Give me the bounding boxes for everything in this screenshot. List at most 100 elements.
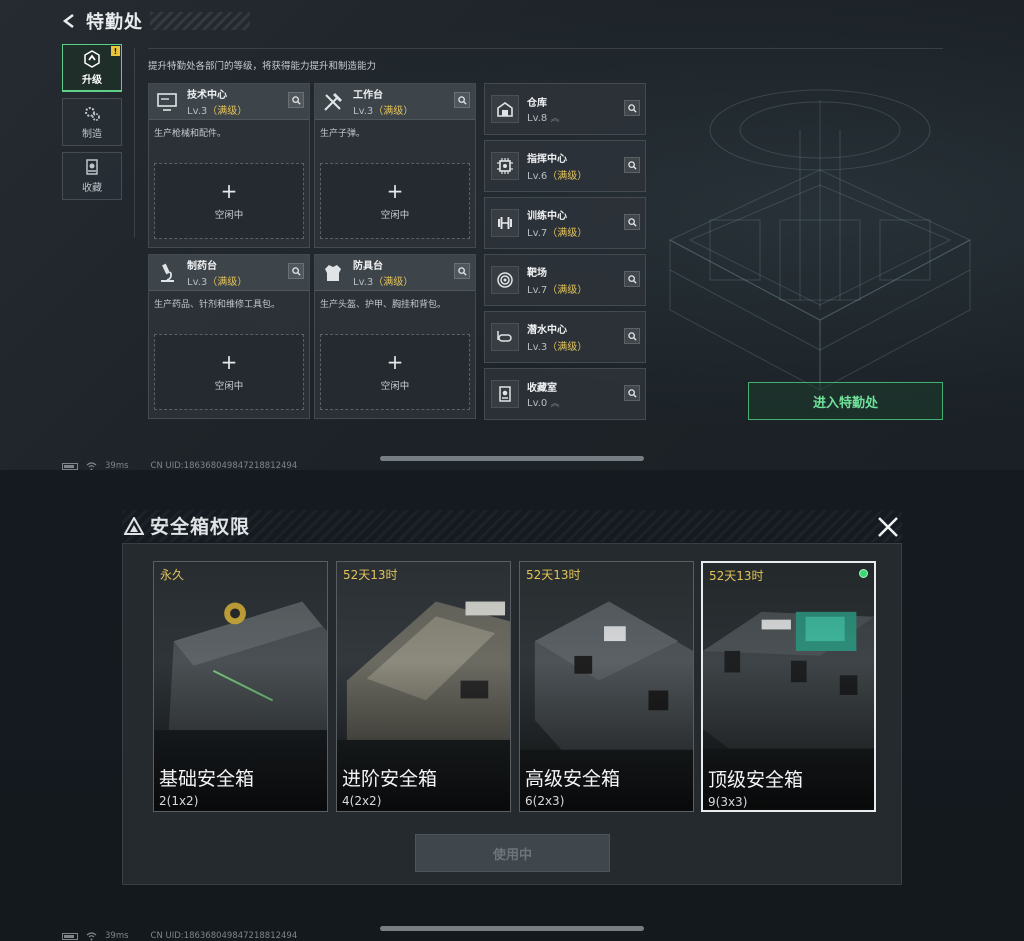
details-button[interactable] — [624, 214, 640, 230]
level-value: Lv.3 — [527, 342, 548, 353]
details-button[interactable] — [454, 263, 470, 279]
details-button[interactable] — [624, 328, 640, 344]
room-command-center[interactable]: 指挥中心 Lv.6（满级） — [484, 140, 646, 192]
production-slot[interactable]: + 空闲中 — [154, 334, 304, 410]
microscope-icon — [161, 263, 174, 282]
box-name: 基础安全箱 — [159, 768, 255, 790]
box-duration: 52天13时 — [526, 568, 581, 582]
tab-label: 升级 — [82, 75, 102, 86]
search-icon — [627, 274, 637, 284]
facility-level: Lv.3（满级） — [187, 273, 247, 288]
room-level: Lv.6（满级） — [527, 167, 587, 182]
facility-card-pharmacy[interactable]: 制药台 Lv.3（满级） 生产药品、针剂和维修工具包。 + 空闲中 — [148, 254, 310, 419]
facility-description: 生产头盔、护甲、胸挂和背包。 — [320, 300, 447, 310]
safe-box-card-advanced[interactable]: 52天13时 进阶安全箱 4(2x2) — [336, 561, 511, 812]
header-decoration — [150, 12, 250, 30]
facility-card-tech-center[interactable]: 技术中心 Lv.3（满级） 生产枪械和配件。 + 空闲中 — [148, 83, 310, 248]
room-collection-room[interactable]: 收藏室 Lv.0 ︽ — [484, 368, 646, 420]
home-indicator — [380, 456, 644, 461]
wifi-icon — [86, 931, 97, 940]
slot-status: 空闲中 — [214, 210, 244, 221]
facility-name: 技术中心 — [187, 90, 227, 101]
room-diving-center[interactable]: 潜水中心 Lv.3（满级） — [484, 311, 646, 363]
plus-icon: + — [386, 350, 404, 374]
room-level: Lv.7（满级） — [527, 224, 587, 239]
room-warehouse[interactable]: 仓库 Lv.8 ︽ — [484, 83, 646, 135]
enter-special-ops-button[interactable]: 进入特勤处 — [748, 382, 943, 420]
armor-icon — [325, 264, 341, 281]
box-capacity: 4(2x2) — [342, 794, 382, 808]
level-value: Lv.3 — [353, 277, 374, 288]
special-ops-screen: 特勤处 ! 升级 制造 收藏 提升特勤处各部门的等级，将获得能力提升和制造能力 … — [0, 0, 1024, 470]
slot-status: 空闲中 — [380, 381, 410, 392]
box-duration: 永久 — [160, 568, 185, 582]
box-capacity: 2(1x2) — [159, 794, 199, 808]
back-button[interactable] — [60, 12, 78, 30]
safe-box-card-top[interactable]: 52天13时 顶级安全箱 9(3x3) — [701, 561, 876, 812]
level-value: Lv.7 — [527, 285, 548, 296]
safe-box-card-basic[interactable]: 永久 基础安全箱 2(1x2) — [153, 561, 328, 812]
tab-upgrade[interactable]: ! 升级 — [62, 44, 122, 92]
battery-icon — [62, 932, 78, 940]
box-duration: 52天13时 — [343, 568, 398, 582]
room-name: 训练中心 — [527, 211, 567, 222]
details-button[interactable] — [288, 92, 304, 108]
upgrade-arrow-icon: ︽ — [550, 399, 560, 409]
search-icon — [291, 95, 301, 105]
max-level-tag: （满级） — [207, 277, 248, 288]
safe-box-card-premium[interactable]: 52天13时 高级安全箱 6(2x3) — [519, 561, 694, 812]
back-arrow-icon — [62, 14, 74, 28]
details-button[interactable] — [454, 92, 470, 108]
upgrade-arrow-icon: ︽ — [550, 114, 560, 124]
player-uid: CN UID:18636804984721881249​4 — [150, 461, 298, 470]
tab-manufacture[interactable]: 制造 — [62, 98, 122, 146]
details-button[interactable] — [624, 271, 640, 287]
status-bar: 39ms CN UID:18636804984721881249​4 — [62, 459, 297, 470]
room-name: 靶场 — [527, 268, 547, 279]
level-value: Lv.6 — [527, 171, 548, 182]
facility-header: 技术中心 Lv.3（满级） — [149, 84, 309, 120]
panel-title: 安全箱权限 — [150, 516, 251, 538]
in-use-button[interactable]: 使用中 — [415, 834, 610, 872]
room-training-center[interactable]: 训练中心 Lv.7（满级） — [484, 197, 646, 249]
production-slot[interactable]: + 空闲中 — [320, 334, 470, 410]
production-slot[interactable]: + 空闲中 — [154, 163, 304, 239]
plus-icon: + — [386, 179, 404, 203]
ping-value: 39ms — [105, 931, 129, 941]
diving-mask-icon — [491, 323, 519, 351]
warning-triangle-icon — [124, 516, 144, 535]
max-level-tag: （满级） — [207, 106, 248, 117]
close-button[interactable] — [876, 515, 900, 539]
plus-icon: + — [220, 350, 238, 374]
search-icon — [627, 217, 637, 227]
facility-level: Lv.3（满级） — [353, 273, 413, 288]
details-button[interactable] — [624, 385, 640, 401]
level-value: Lv.3 — [353, 106, 374, 117]
safe-box-screen: 安全箱权限 永久 基础安全箱 2(1x2) 52天13时 进阶安全箱 4(2x2… — [0, 470, 1024, 941]
room-level: Lv.8 ︽ — [527, 111, 559, 124]
max-level-tag: （满级） — [373, 277, 414, 288]
chip-icon — [491, 152, 519, 180]
box-name: 高级安全箱 — [525, 768, 621, 790]
production-slot[interactable]: + 空闲中 — [320, 163, 470, 239]
room-name: 指挥中心 — [527, 154, 567, 165]
facility-header: 工作台 Lv.3（满级） — [315, 84, 475, 120]
facility-name: 制药台 — [187, 261, 217, 272]
search-icon — [627, 103, 637, 113]
equipped-indicator — [859, 569, 868, 578]
box-name: 顶级安全箱 — [708, 769, 804, 791]
player-uid: CN UID:18636804984721881249​4 — [150, 931, 298, 941]
tab-collection[interactable]: 收藏 — [62, 152, 122, 200]
details-button[interactable] — [288, 263, 304, 279]
room-shooting-range[interactable]: 靶场 Lv.7（满级） — [484, 254, 646, 306]
facility-card-armor-bench[interactable]: 防具台 Lv.3（满级） 生产头盔、护甲、胸挂和背包。 + 空闲中 — [314, 254, 476, 419]
base-building-illustration — [668, 89, 972, 391]
dumbbell-icon — [491, 209, 519, 237]
facility-card-workbench[interactable]: 工作台 Lv.3（满级） 生产子弹。 + 空闲中 — [314, 83, 476, 248]
collection-icon — [86, 159, 98, 175]
details-button[interactable] — [624, 100, 640, 116]
max-level-tag: （满级） — [547, 228, 588, 239]
facility-name: 防具台 — [353, 261, 383, 272]
display-case-icon — [491, 380, 519, 408]
details-button[interactable] — [624, 157, 640, 173]
